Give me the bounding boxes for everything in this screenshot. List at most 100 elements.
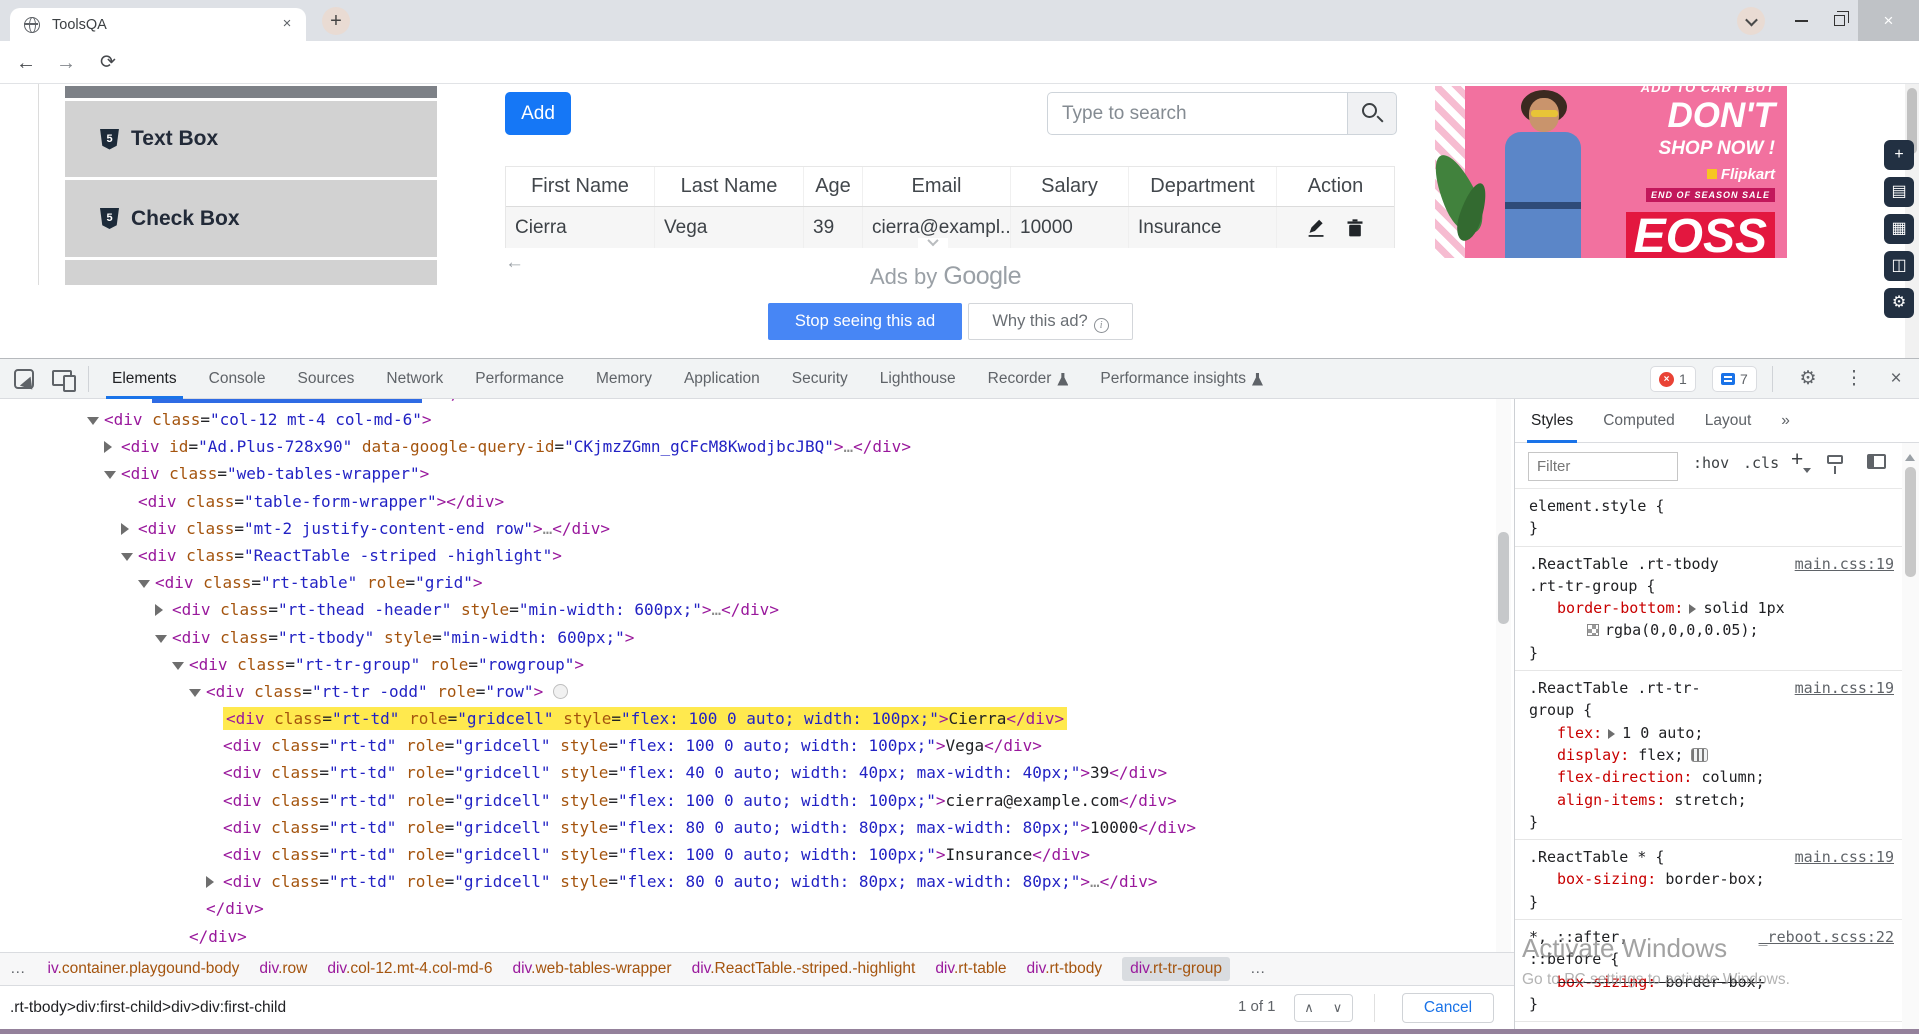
tree-node[interactable]: <div class="rt-tr -odd" role="row"> bbox=[0, 678, 1514, 705]
scrollbar-thumb[interactable] bbox=[1498, 532, 1509, 624]
breadcrumb-ellipsis[interactable]: … bbox=[1250, 960, 1268, 978]
expand-arrow-icon[interactable] bbox=[104, 441, 118, 453]
tree-node[interactable]: <div class="table-form-wrapper"></div> bbox=[0, 488, 1514, 515]
devtools-tab-security[interactable]: Security bbox=[776, 359, 864, 399]
tree-node[interactable]: <div class="rt-td" role="gridcell" style… bbox=[0, 705, 1514, 732]
styles-tab-[interactable]: » bbox=[1781, 399, 1790, 443]
expand-arrow-icon[interactable] bbox=[155, 604, 169, 616]
delete-icon[interactable] bbox=[1345, 218, 1365, 239]
tree-node[interactable]: <div class="rt-td" role="gridcell" style… bbox=[0, 841, 1514, 868]
column-header-age[interactable]: Age bbox=[804, 167, 863, 206]
styles-tab-layout[interactable]: Layout bbox=[1705, 399, 1752, 443]
tree-node[interactable]: <div class="ReactTable -striped -highlig… bbox=[0, 542, 1514, 569]
expand-arrow-icon[interactable] bbox=[206, 876, 220, 888]
search-input[interactable] bbox=[1047, 92, 1347, 135]
collapse-arrow-icon[interactable] bbox=[87, 417, 99, 431]
sidebar-item-partial[interactable] bbox=[65, 260, 437, 285]
ext-settings-icon[interactable]: ⚙ bbox=[1884, 288, 1914, 318]
new-tab-button[interactable]: + bbox=[322, 7, 350, 35]
tab-close-icon[interactable]: × bbox=[278, 15, 296, 33]
devtools-tab-sources[interactable]: Sources bbox=[282, 359, 371, 399]
expand-arrow-icon[interactable] bbox=[121, 523, 135, 535]
search-button[interactable] bbox=[1347, 92, 1397, 135]
ext-gallery-icon[interactable]: ▦ bbox=[1884, 214, 1914, 244]
tree-node[interactable]: <div class="rt-tr-group" role="rowgroup"… bbox=[0, 651, 1514, 678]
styles-tab-computed[interactable]: Computed bbox=[1603, 399, 1675, 443]
tree-node[interactable]: <div class="col-12 mt-4 col-md-6"> bbox=[0, 406, 1514, 433]
breadcrumb-item[interactable]: div.rt-tbody bbox=[1027, 960, 1103, 978]
column-header-action[interactable]: Action bbox=[1277, 167, 1394, 206]
collapse-arrow-icon[interactable] bbox=[172, 662, 184, 676]
tree-node[interactable]: </div> bbox=[0, 923, 1514, 950]
stylesheet-link[interactable]: _reboot.scss:22 bbox=[1759, 926, 1894, 948]
tree-node[interactable]: <div id="Ad.Plus-728x90" data-google-que… bbox=[0, 433, 1514, 460]
find-input[interactable] bbox=[10, 993, 1190, 1023]
inspect-element-icon[interactable] bbox=[14, 369, 34, 389]
sidebar-group-header[interactable] bbox=[65, 86, 437, 98]
devtools-tab-performance[interactable]: Performance bbox=[459, 359, 580, 399]
class-toggle[interactable]: .cls bbox=[1743, 454, 1779, 472]
devtools-tab-recorder[interactable]: Recorder bbox=[972, 359, 1085, 399]
ext-screen-icon[interactable]: ▤ bbox=[1884, 177, 1914, 207]
tree-node[interactable]: <div class="rt-td" role="gridcell" style… bbox=[0, 759, 1514, 786]
browser-tab[interactable]: ToolsQA × bbox=[10, 8, 306, 41]
css-rule[interactable]: main.css:19.ReactTable .rt-tbody.rt-tr-g… bbox=[1515, 547, 1902, 671]
css-rule[interactable]: main.css:19.ReactTable * {box-sizing: bo… bbox=[1515, 840, 1902, 920]
sidebar-item-text-box[interactable]: 5 Text Box bbox=[65, 101, 437, 177]
tree-node-clipped[interactable]: <div class="col-12 mt-4 col-md-3">…</div… bbox=[0, 399, 1514, 406]
devtools-tab-lighthouse[interactable]: Lighthouse bbox=[864, 359, 972, 399]
breadcrumb-item[interactable]: div.web-tables-wrapper bbox=[512, 960, 671, 978]
expand-arrow-icon[interactable] bbox=[1608, 729, 1620, 739]
styles-tab-styles[interactable]: Styles bbox=[1531, 399, 1573, 443]
toggle-sidebar-icon[interactable] bbox=[1867, 454, 1886, 469]
breadcrumb-ellipsis[interactable]: … bbox=[10, 960, 28, 978]
breadcrumb-item[interactable]: div.col-12.mt-4.col-md-6 bbox=[327, 960, 492, 978]
scroll-up-arrow[interactable] bbox=[1905, 449, 1915, 461]
sidebar-item-check-box[interactable]: 5 Check Box bbox=[65, 180, 437, 257]
find-previous-button[interactable]: ∧ bbox=[1294, 994, 1324, 1022]
css-rule[interactable]: element.style {} bbox=[1515, 489, 1902, 547]
column-header-email[interactable]: Email bbox=[863, 167, 1011, 206]
css-rule[interactable]: main.css:19.ReactTable .rt-tr-group {fle… bbox=[1515, 671, 1902, 840]
expand-arrow-icon[interactable] bbox=[1689, 604, 1701, 614]
error-badge[interactable]: ×1 bbox=[1650, 366, 1696, 392]
devtools-tab-memory[interactable]: Memory bbox=[580, 359, 668, 399]
breadcrumb-item[interactable]: div.ReactTable.-striped.-highlight bbox=[692, 960, 916, 978]
tree-node[interactable]: </div> bbox=[0, 895, 1514, 922]
tree-node[interactable]: <div class="rt-td" role="gridcell" style… bbox=[0, 814, 1514, 841]
stop-seeing-ad-button[interactable]: Stop seeing this ad bbox=[768, 303, 962, 340]
stylesheet-link[interactable]: main.css:19 bbox=[1795, 553, 1894, 575]
ad-collapse-chevron[interactable] bbox=[918, 238, 948, 251]
device-toolbar-icon[interactable] bbox=[52, 370, 72, 386]
scrollbar-thumb[interactable] bbox=[1905, 467, 1916, 577]
devtools-tab-performance-insights[interactable]: Performance insights bbox=[1084, 359, 1279, 399]
styles-scrollbar[interactable] bbox=[1902, 443, 1919, 1029]
tree-node[interactable]: <div class="rt-td" role="gridcell" style… bbox=[0, 868, 1514, 895]
ext-add-icon[interactable]: + bbox=[1884, 140, 1914, 170]
breadcrumb-item[interactable]: iv.container.playgound-body bbox=[48, 960, 240, 978]
why-this-ad-button[interactable]: Why this ad?i bbox=[968, 303, 1133, 340]
back-button[interactable]: ← bbox=[10, 47, 42, 79]
collapse-arrow-icon[interactable] bbox=[189, 689, 201, 703]
issues-badge[interactable]: 7 bbox=[1712, 366, 1757, 392]
collapse-arrow-icon[interactable] bbox=[155, 635, 167, 649]
tree-node[interactable]: <div class="rt-thead -header" style="min… bbox=[0, 596, 1514, 623]
column-header-salary[interactable]: Salary bbox=[1011, 167, 1129, 206]
new-style-rule-button[interactable]: + bbox=[1791, 448, 1803, 472]
tree-node[interactable]: <div class="rt-td" role="gridcell" style… bbox=[0, 732, 1514, 759]
breadcrumb-item[interactable]: div.rt-tr-group bbox=[1122, 957, 1230, 981]
collapse-arrow-icon[interactable] bbox=[121, 553, 133, 567]
window-minimize-button[interactable] bbox=[1782, 0, 1820, 41]
devtools-tab-elements[interactable]: Elements bbox=[96, 359, 193, 399]
window-close-button[interactable]: × bbox=[1858, 0, 1919, 41]
reload-button[interactable]: ⟳ bbox=[92, 47, 124, 79]
collapse-arrow-icon[interactable] bbox=[104, 471, 116, 485]
find-next-button[interactable]: ∨ bbox=[1323, 994, 1353, 1022]
breadcrumb-item[interactable]: div.rt-table bbox=[935, 960, 1006, 978]
ext-window-icon[interactable]: ◫ bbox=[1884, 251, 1914, 281]
hover-toggle[interactable]: :hov bbox=[1693, 454, 1729, 472]
devtools-menu-icon[interactable]: ⋮ bbox=[1836, 359, 1872, 399]
forward-button[interactable]: → bbox=[50, 47, 82, 79]
elements-scrollbar[interactable] bbox=[1496, 399, 1511, 952]
column-header-last-name[interactable]: Last Name bbox=[655, 167, 804, 206]
